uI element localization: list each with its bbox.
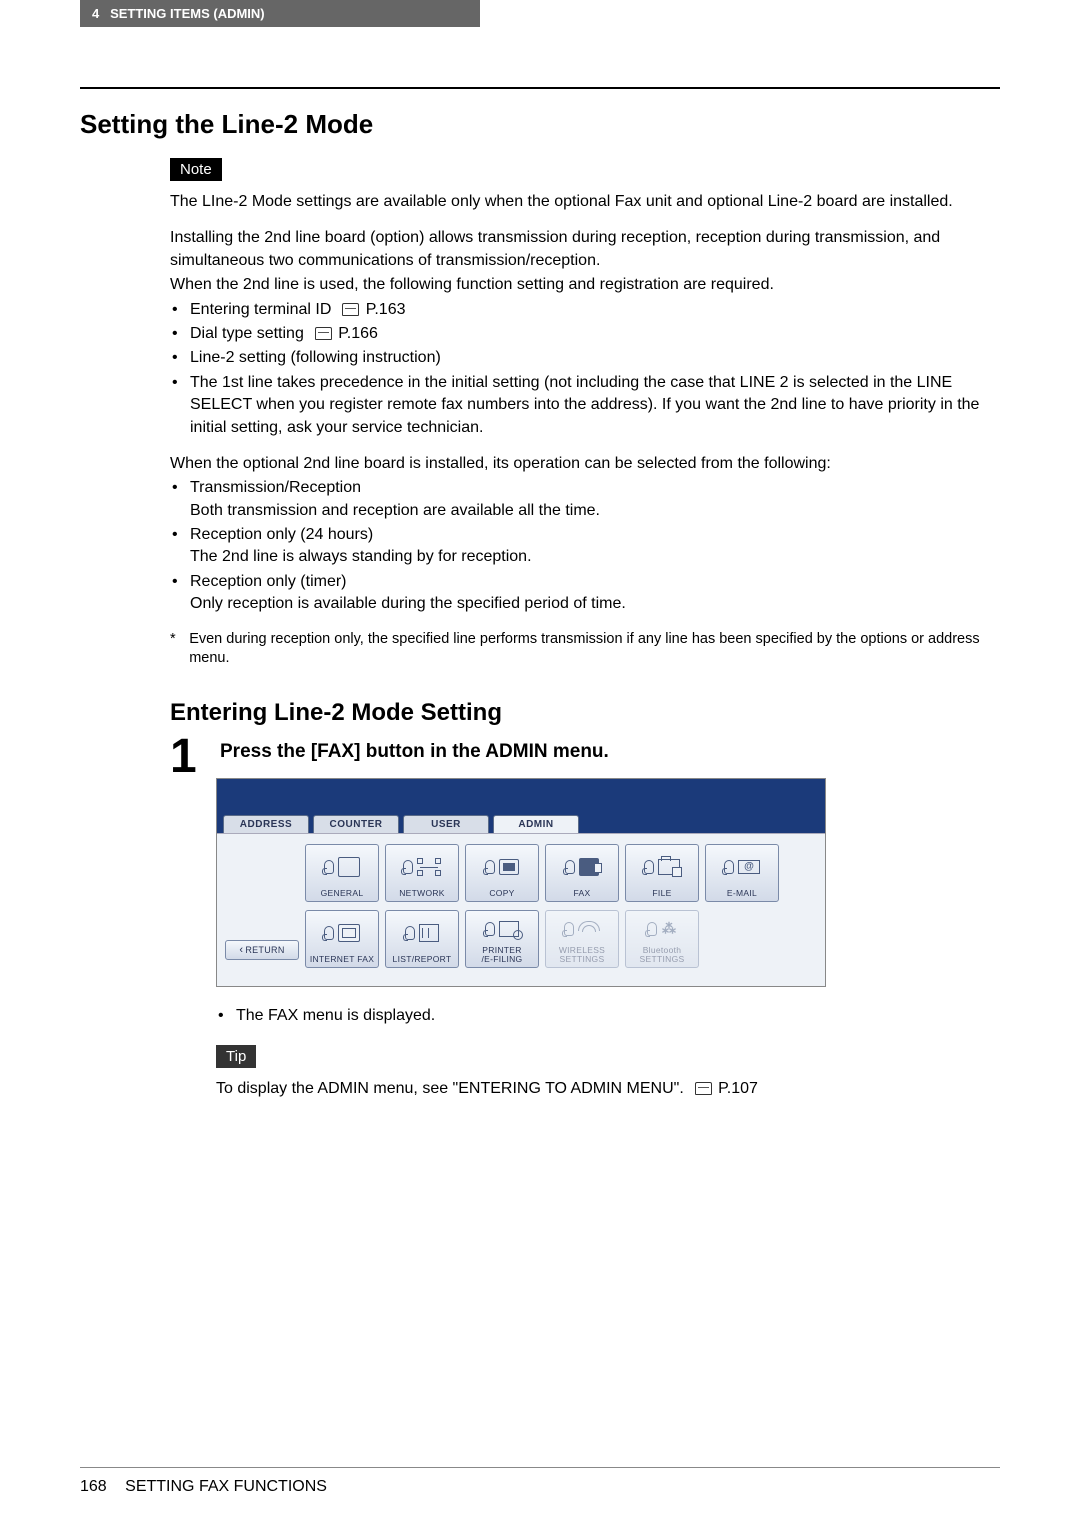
list-item: Entering terminal ID P.163 (190, 299, 990, 321)
finger-icon (324, 860, 334, 874)
finger-icon (724, 860, 734, 874)
tab-address[interactable]: ADDRESS (223, 815, 309, 833)
tip-badge: Tip (216, 1045, 256, 1068)
general-icon (338, 857, 360, 877)
subheading: Entering Line-2 Mode Setting (170, 699, 1000, 727)
rule-top (80, 87, 1000, 89)
icon-row-1: GENERAL NETWORK COPY FAX (305, 844, 817, 902)
bluetooth-settings-button: ⁂ Bluetooth SETTINGS (625, 910, 699, 968)
fax-button[interactable]: FAX (545, 844, 619, 902)
tab-admin[interactable]: ADMIN (493, 815, 579, 833)
list-item: The 1st line takes precedence in the ini… (190, 372, 990, 439)
network-button[interactable]: NETWORK (385, 844, 459, 902)
file-icon (658, 859, 680, 875)
step-title: Press the [FAX] button in the ADMIN menu… (220, 741, 1000, 763)
chapter-title: SETTING ITEMS (ADMIN) (110, 6, 265, 21)
wireless-icon (578, 921, 600, 937)
tab-user[interactable]: USER (403, 815, 489, 833)
chapter-header: 4 SETTING ITEMS (ADMIN) (80, 0, 480, 27)
email-button[interactable]: @ E-MAIL (705, 844, 779, 902)
footer-title: SETTING FAX FUNCTIONS (125, 1478, 327, 1495)
panel-body: ‹ RETURN GENERAL NETWORK (217, 833, 825, 986)
finger-icon (485, 922, 495, 936)
list-report-button[interactable]: LIST/REPORT (385, 910, 459, 968)
finger-icon (565, 860, 575, 874)
file-button[interactable]: FILE (625, 844, 699, 902)
list-item: Reception only (timer) Only reception is… (190, 571, 990, 616)
list-item: Line-2 setting (following instruction) (190, 347, 990, 369)
book-icon (695, 1082, 712, 1095)
finger-icon (403, 860, 413, 874)
list-item: The FAX menu is displayed. (236, 1005, 1000, 1027)
finger-icon (647, 922, 657, 936)
copy-button[interactable]: COPY (465, 844, 539, 902)
list-item: Dial type setting P.166 (190, 323, 990, 345)
asterisk-note: * Even during reception only, the specif… (170, 630, 990, 669)
internet-fax-button[interactable]: INTERNET FAX (305, 910, 379, 968)
asterisk-mark: * (170, 630, 189, 669)
book-icon (315, 327, 332, 340)
general-button[interactable]: GENERAL (305, 844, 379, 902)
section-title: Setting the Line-2 Mode (80, 109, 1000, 140)
finger-icon (324, 926, 334, 940)
requirements-list: Entering terminal ID P.163 Dial type set… (170, 299, 990, 439)
bluetooth-icon: ⁂ (661, 920, 677, 938)
tip-text: To display the ADMIN menu, see "ENTERING… (216, 1078, 1000, 1100)
tab-counter[interactable]: COUNTER (313, 815, 399, 833)
finger-icon (405, 926, 415, 940)
list-item: Transmission/Reception Both transmission… (190, 477, 990, 522)
note-badge: Note (170, 158, 222, 181)
printer-icon (499, 921, 519, 937)
network-icon (417, 858, 441, 876)
note-text: The LIne-2 Mode settings are available o… (170, 191, 990, 213)
finger-icon (564, 922, 574, 936)
return-button[interactable]: ‹ RETURN (225, 940, 299, 960)
printer-efiling-button[interactable]: PRINTER /E-FILING (465, 910, 539, 968)
chapter-number: 4 (92, 6, 99, 21)
list-item: Reception only (24 hours) The 2nd line i… (190, 524, 990, 569)
finger-icon (485, 860, 495, 874)
finger-icon (644, 860, 654, 874)
step-number: 1 (170, 735, 210, 778)
ops-intro: When the optional 2nd line board is inst… (170, 453, 990, 475)
intro-line2: When the 2nd line is used, the following… (170, 274, 990, 296)
copy-icon (499, 859, 519, 875)
intro-paragraph: Installing the 2nd line board (option) a… (170, 227, 990, 272)
panel-topbar (217, 779, 825, 815)
chevron-left-icon: ‹ (239, 944, 243, 956)
page-number: 168 (80, 1478, 107, 1495)
result-list: The FAX menu is displayed. (216, 1005, 1000, 1027)
page-footer: 168 SETTING FAX FUNCTIONS (80, 1467, 1000, 1496)
panel-tabs: ADDRESS COUNTER USER ADMIN (217, 815, 825, 833)
wireless-settings-button: WIRELESS SETTINGS (545, 910, 619, 968)
admin-menu-screenshot: ADDRESS COUNTER USER ADMIN ‹ RETURN GEN (216, 778, 826, 987)
icon-row-2: INTERNET FAX LIST/REPORT PRINTER /E-FILI… (305, 910, 817, 968)
internet-fax-icon (338, 924, 360, 942)
book-icon (342, 303, 359, 316)
email-icon: @ (738, 860, 760, 874)
fax-icon (579, 858, 599, 876)
list-report-icon (419, 924, 439, 942)
operations-list: Transmission/Reception Both transmission… (170, 477, 990, 615)
